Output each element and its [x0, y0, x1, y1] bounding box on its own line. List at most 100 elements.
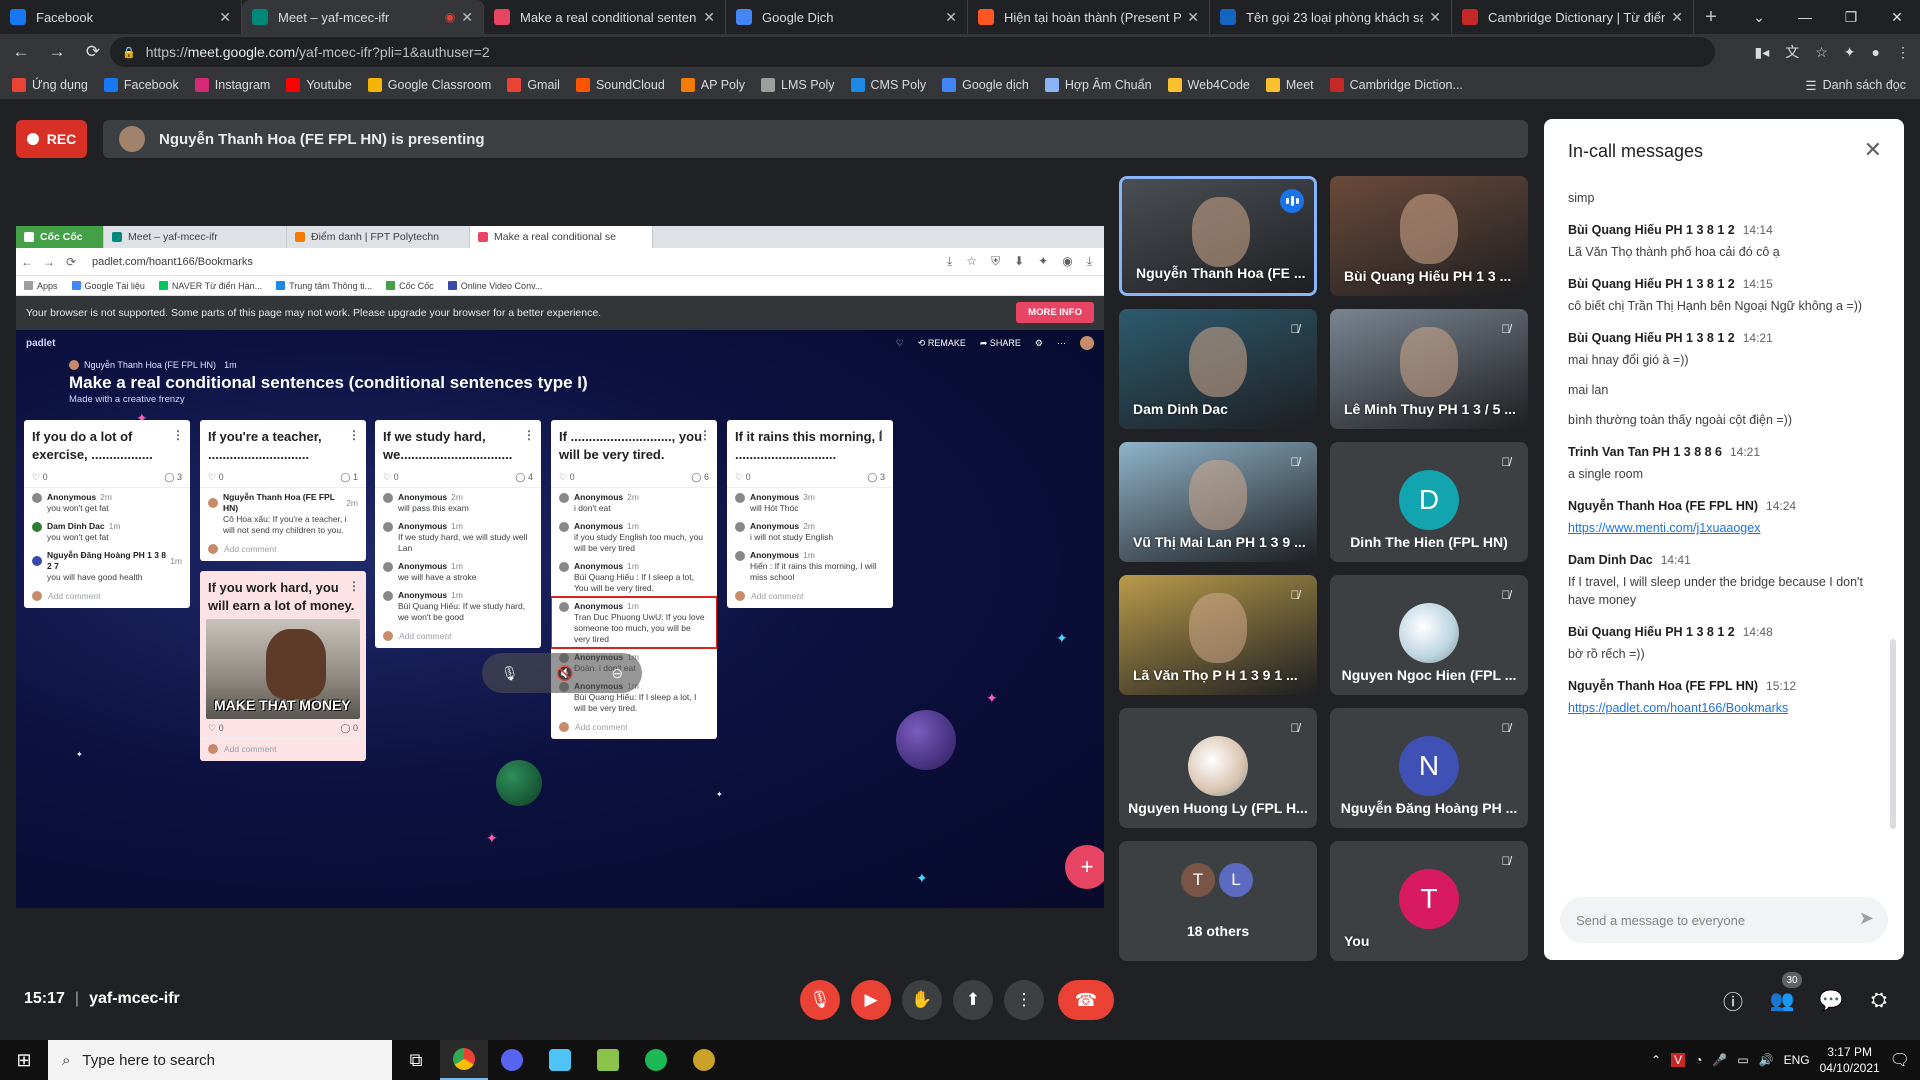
browser-tab[interactable]: Facebook ✕ [0, 0, 242, 34]
back-button[interactable]: ← [6, 37, 36, 67]
extensions-icon[interactable]: ✦ [1844, 44, 1856, 61]
taskbar-clock[interactable]: 3:17 PM 04/10/2021 [1820, 1044, 1880, 1076]
bookmark-item[interactable]: Youtube [286, 77, 352, 92]
bookmark-item[interactable]: AP Poly [680, 77, 745, 92]
close-tab-icon[interactable]: ✕ [1429, 9, 1441, 26]
mic-tray-icon[interactable]: 🎤 [1712, 1053, 1727, 1067]
bookmark-item[interactable]: Gmail [507, 77, 560, 92]
participant-tile[interactable]: Lê Minh Thuy PH 1 3 / 5 ... 🎙̸ [1330, 309, 1528, 429]
tray-expand-icon[interactable]: ⌃ [1651, 1053, 1661, 1067]
participant-tile[interactable]: Dam Dinh Dac 🎙̸ [1119, 309, 1317, 429]
close-tab-icon[interactable]: ✕ [703, 9, 715, 26]
participant-tile[interactable]: Nguyen Ngoc Hien (FPL ... 🎙̸ [1330, 575, 1528, 695]
profile-avatar[interactable]: ● [1872, 44, 1880, 60]
close-icon[interactable]: ✕ [1864, 137, 1882, 163]
bookmark-item[interactable]: Web4Code [1167, 77, 1250, 92]
leave-call-button[interactable]: ☎ [1058, 980, 1114, 1020]
send-icon[interactable]: ➤ [1859, 908, 1874, 929]
browser-tab[interactable]: Meet – yaf-mcec-ifr ◉ ✕ [242, 0, 484, 34]
taskbar-chrome[interactable] [440, 1040, 488, 1080]
activities-icon[interactable]: ⛭ [1863, 984, 1895, 1016]
close-tab-icon[interactable]: ✕ [219, 9, 231, 26]
message-link[interactable]: https://padlet.com/hoant166/Bookmarks [1568, 699, 1880, 717]
message-link[interactable]: https://www.menti.com/j1xuaaogex [1568, 519, 1880, 537]
new-tab-button[interactable]: + [1694, 0, 1728, 34]
bookmark-item[interactable]: Google Classroom [367, 77, 491, 92]
bookmark-item[interactable]: Instagram [194, 77, 270, 92]
taskbar-discord[interactable] [488, 1040, 536, 1080]
participant-tile[interactable]: T You 🎙̸ [1330, 841, 1528, 961]
participant-photo [1399, 603, 1459, 663]
start-button[interactable]: ⊞ [0, 1040, 48, 1080]
volume-icon[interactable]: 🔊 [1759, 1053, 1774, 1067]
taskbar-game[interactable] [680, 1040, 728, 1080]
camera-toggle-button[interactable]: ▶ [851, 980, 891, 1020]
recording-badge: REC [16, 120, 87, 158]
browser-tab[interactable]: Google Dịch ✕ [726, 0, 968, 34]
person-image [266, 629, 326, 699]
close-tab-icon[interactable]: ✕ [1187, 9, 1199, 26]
camera-in-use-icon[interactable]: ▮◂ [1755, 44, 1770, 61]
bookmark-star-icon[interactable]: ☆ [1815, 44, 1828, 61]
bookmark-item[interactable]: Facebook [103, 77, 179, 92]
browser-tab[interactable]: Hiện tại hoàn thành (Present Pe ✕ [968, 0, 1210, 34]
maximize-button[interactable]: ❐ [1828, 9, 1874, 26]
bookmark-item[interactable]: Ứng dụng [12, 77, 88, 92]
bookmark-item[interactable]: Hợp Âm Chuẩn [1044, 77, 1152, 92]
card-meta: ♡ 0 ◯ 1 [200, 468, 366, 488]
participant-name: Lê Minh Thuy PH 1 3 / 5 ... [1344, 401, 1516, 417]
close-window-button[interactable]: ✕ [1874, 9, 1920, 26]
battery-icon[interactable]: ▭ [1737, 1053, 1748, 1067]
participant-tile[interactable]: Vũ Thị Mai Lan PH 1 3 9 ... 🎙̸ [1119, 442, 1317, 562]
browser-tab[interactable]: Cambridge Dictionary | Từ điển ✕ [1452, 0, 1694, 34]
translate-icon[interactable]: 文 [1785, 42, 1799, 62]
bookmark-item[interactable]: LMS Poly [761, 77, 835, 92]
chat-input[interactable]: Send a message to everyone ➤ [1560, 897, 1888, 943]
taskbar-spotify[interactable] [632, 1040, 680, 1080]
participant-tile[interactable]: N Nguyễn Đăng Hoàng PH ... 🎙̸ [1330, 708, 1528, 828]
tray-app-icon[interactable]: V [1671, 1053, 1686, 1067]
present-screen-button[interactable]: ⬆ [953, 980, 993, 1020]
reading-list[interactable]: ☰ Danh sách đọc [1805, 70, 1906, 100]
forward-button[interactable]: → [42, 37, 72, 67]
more-options-button[interactable]: ⋮ [1004, 980, 1044, 1020]
avatar-letter: T [1420, 883, 1438, 914]
bookmark-item[interactable]: Meet [1265, 77, 1314, 92]
participant-tile[interactable]: D Dinh The Hien (FPL HN) 🎙̸ [1330, 442, 1528, 562]
browser-menu-icon[interactable]: ⋮ [1896, 44, 1910, 61]
taskbar-tool[interactable] [584, 1040, 632, 1080]
profile-menu-icon[interactable]: ⌄ [1736, 9, 1782, 26]
network-icon[interactable]: ◔ [1695, 1053, 1702, 1067]
bookmark-item[interactable]: Google dịch [942, 77, 1029, 92]
meeting-details-icon[interactable]: ⓘ [1717, 984, 1749, 1016]
participant-tile[interactable]: Nguyễn Thanh Hoa (FE ... [1119, 176, 1317, 296]
bookmark-item[interactable]: Cambridge Diction... [1329, 77, 1463, 92]
address-bar[interactable]: 🔒 https://meet.google.com/yaf-mcec-ifr?p… [110, 37, 1715, 67]
participant-tile[interactable]: Lã Văn Thọ P H 1 3 9 1 ... 🎙̸ [1119, 575, 1317, 695]
taskbar-search[interactable]: ⌕ Type here to search [48, 1040, 392, 1080]
people-icon[interactable]: 👥 [1766, 984, 1798, 1016]
participant-tile[interactable]: Nguyen Huong Ly (FPL H... 🎙̸ [1119, 708, 1317, 828]
minimize-button[interactable]: — [1782, 9, 1828, 25]
language-indicator[interactable]: ENG [1784, 1053, 1810, 1067]
bookmark-item[interactable]: SoundCloud [575, 77, 665, 92]
participant-tile[interactable]: T L 18 others [1119, 841, 1317, 961]
close-tab-icon[interactable]: ✕ [1671, 9, 1683, 26]
mic-toggle-button[interactable]: 🎙 [800, 980, 840, 1020]
chat-icon[interactable]: 💬 [1815, 984, 1847, 1016]
participant-face [1189, 327, 1247, 397]
browser-tab[interactable]: Tên gọi 23 loại phòng khách sạn ✕ [1210, 0, 1452, 34]
bookmark-label: Youtube [306, 77, 352, 92]
close-tab-icon[interactable]: ✕ [461, 9, 473, 26]
browser-tab[interactable]: Make a real conditional sentenc ✕ [484, 0, 726, 34]
bookmark-item[interactable]: CMS Poly [850, 77, 926, 92]
task-view-icon[interactable]: ⧉ [392, 1040, 440, 1080]
raise-hand-button[interactable]: ✋ [902, 980, 942, 1020]
taskbar-app[interactable] [536, 1040, 584, 1080]
shared-bookmark: Apps [24, 281, 58, 291]
notification-icon[interactable]: 🗨 [1890, 1050, 1910, 1070]
close-tab-icon[interactable]: ✕ [945, 9, 957, 26]
reload-button[interactable]: ⟳ [78, 37, 108, 67]
chat-scrollbar[interactable] [1890, 639, 1896, 829]
participant-tile[interactable]: Bùi Quang Hiếu PH 1 3 ... [1330, 176, 1528, 296]
